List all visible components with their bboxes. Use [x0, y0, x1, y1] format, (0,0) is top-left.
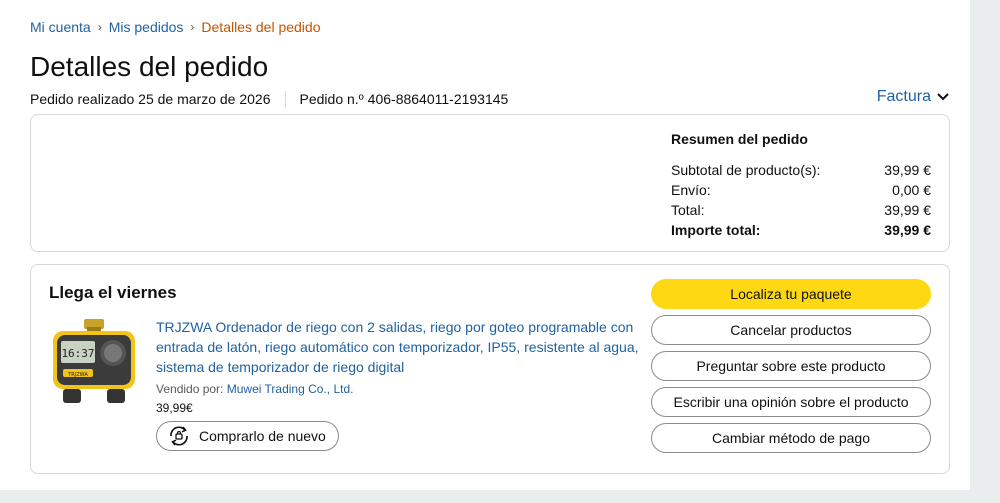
summary-label: Total: [671, 202, 705, 218]
product-price: 39,99€ [156, 401, 193, 415]
product-image-display: 16:37 [61, 347, 94, 360]
order-date: Pedido realizado 25 de marzo de 2026 [30, 91, 271, 107]
buy-again-icon [170, 426, 188, 446]
delivery-card: Llega el viernes 16:37 TRJZWA TRJZWA Ord… [30, 264, 950, 474]
breadcrumb: Mi cuenta › Mis pedidos › Detalles del p… [30, 19, 321, 35]
write-review-button[interactable]: Escribir una opinión sobre el producto [651, 387, 931, 417]
summary-label: Subtotal de producto(s): [671, 162, 821, 178]
order-meta: Pedido realizado 25 de marzo de 2026 Ped… [30, 91, 508, 107]
summary-value: 39,99 € [884, 222, 931, 238]
order-summary-card: Resumen del pedido Subtotal de producto(… [30, 114, 950, 252]
summary-row-subtotal: Subtotal de producto(s): 39,99 € [671, 160, 931, 180]
cancel-items-button[interactable]: Cancelar productos [651, 315, 931, 345]
page-title: Detalles del pedido [30, 51, 269, 82]
summary-label: Importe total: [671, 222, 761, 238]
summary-value: 39,99 € [884, 202, 931, 218]
summary-row-grand-total: Importe total: 39,99 € [671, 220, 931, 240]
invoice-label: Factura [876, 88, 931, 105]
product-image-brand: TRJZWA [67, 372, 88, 378]
breadcrumb-separator: › [190, 20, 195, 34]
delivery-title: Llega el viernes [49, 283, 177, 302]
buy-again-button[interactable]: Comprarlo de nuevo [156, 421, 339, 451]
summary-value: 0,00 € [892, 182, 931, 198]
order-details-page: Mi cuenta › Mis pedidos › Detalles del p… [0, 0, 970, 490]
breadcrumb-my-orders[interactable]: Mis pedidos [109, 19, 184, 35]
chevron-down-icon [937, 93, 949, 101]
ask-product-question-button[interactable]: Preguntar sobre este producto [651, 351, 931, 381]
product-title-link[interactable]: TRJZWA Ordenador de riego con 2 salidas,… [156, 317, 641, 377]
change-payment-method-button[interactable]: Cambiar método de pago [651, 423, 931, 453]
product-info: TRJZWA Ordenador de riego con 2 salidas,… [156, 317, 641, 452]
track-package-button[interactable]: Localiza tu paquete [651, 279, 931, 309]
summary-title: Resumen del pedido [671, 131, 808, 147]
summary-label: Envío: [671, 182, 711, 198]
seller-link[interactable]: Muwei Trading Co., Ltd. [227, 382, 354, 396]
summary-row-total: Total: 39,99 € [671, 200, 931, 220]
breadcrumb-my-account[interactable]: Mi cuenta [30, 19, 91, 35]
invoice-dropdown[interactable]: Factura [877, 88, 949, 106]
order-actions: Localiza tu paquete Cancelar productos P… [651, 279, 931, 453]
product-image[interactable]: 16:37 TRJZWA [51, 317, 137, 407]
breadcrumb-current: Detalles del pedido [201, 19, 321, 35]
summary-row-shipping: Envío: 0,00 € [671, 180, 931, 200]
sold-by: Vendido por: Muwei Trading Co., Ltd. [156, 382, 641, 396]
buy-again-label: Comprarlo de nuevo [199, 428, 326, 444]
summary-value: 39,99 € [884, 162, 931, 178]
order-summary: Resumen del pedido Subtotal de producto(… [671, 131, 931, 240]
meta-divider [284, 91, 286, 107]
breadcrumb-separator: › [97, 20, 102, 34]
sold-by-label: Vendido por: [156, 382, 224, 396]
order-number: Pedido n.º 406-8864011-2193145 [299, 91, 509, 107]
